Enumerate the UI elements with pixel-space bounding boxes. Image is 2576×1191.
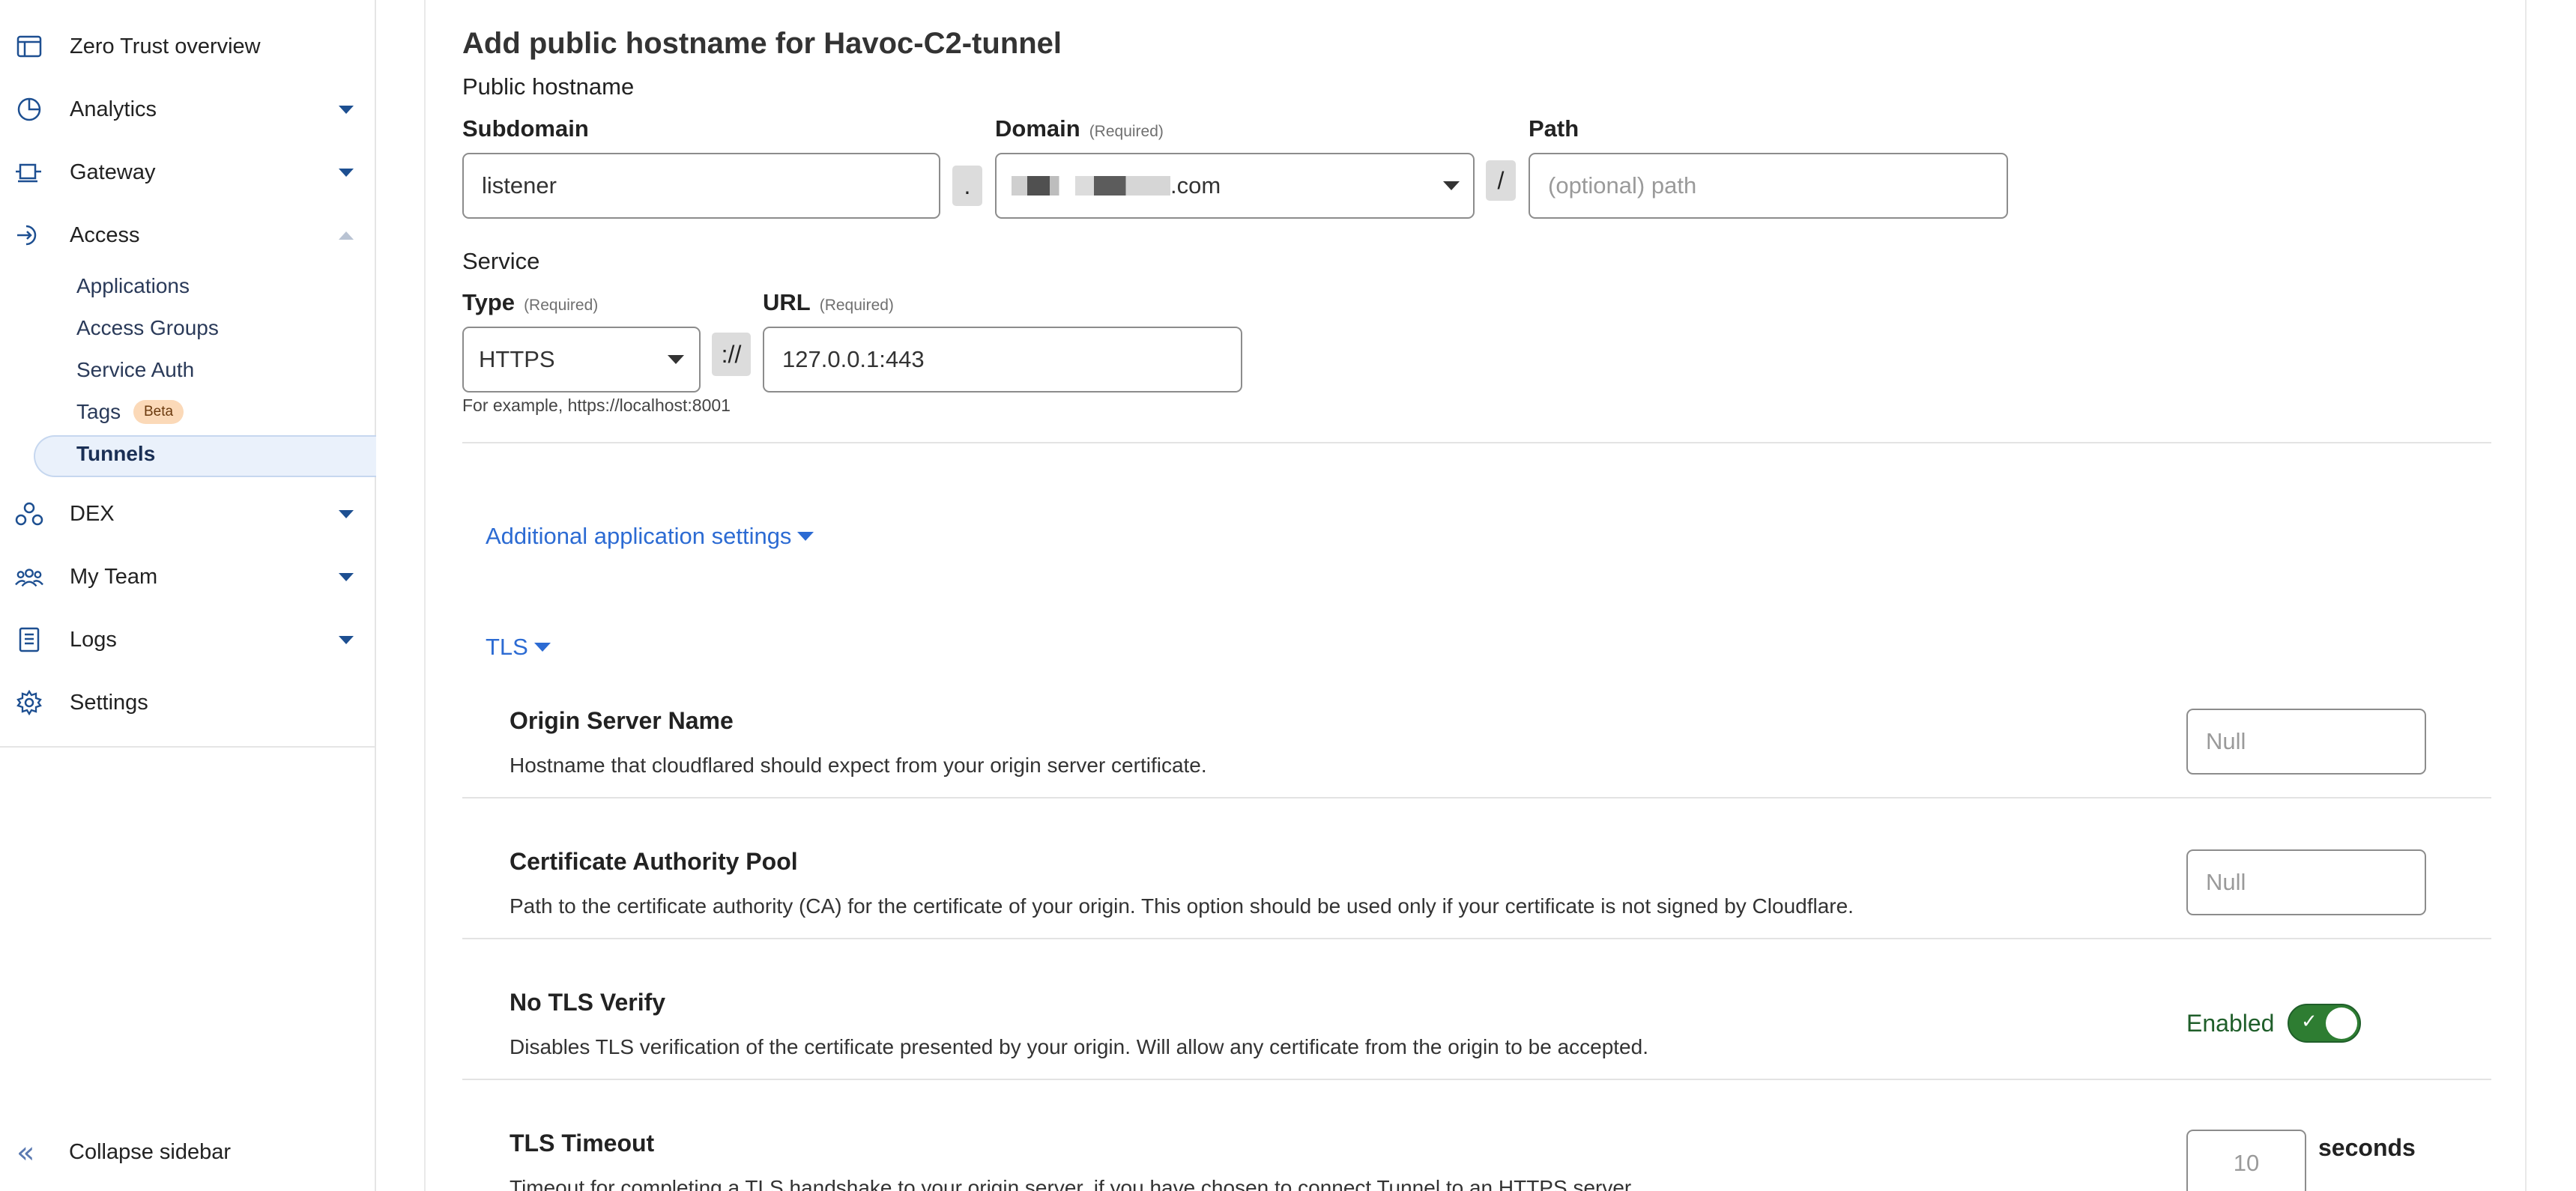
domain-select[interactable]: .com (995, 153, 1475, 219)
access-icon (15, 221, 43, 249)
chevron-down-icon (339, 105, 354, 114)
caret-down-icon (797, 532, 814, 541)
required-marker: (Required) (524, 297, 599, 314)
sidebar-item-label: Zero Trust overview (70, 34, 261, 58)
sidebar-subitem-applications[interactable]: Applications (76, 274, 190, 298)
collapse-sidebar-label: Collapse sidebar (69, 1140, 232, 1164)
collapse-sidebar-button[interactable]: « Collapse sidebar (0, 1128, 375, 1176)
ca-pool-desc: Path to the certificate authority (CA) f… (510, 894, 1854, 918)
path-label: Path (1529, 115, 1579, 142)
required-marker: (Required) (1089, 123, 1164, 140)
sidebar-divider (0, 746, 375, 748)
tls-timeout-unit: seconds (2318, 1134, 2416, 1161)
no-tls-verify-toggle[interactable]: ✓ (2288, 1004, 2361, 1043)
sidebar-item-label: Settings (70, 690, 148, 715)
service-url-hint: For example, https://localhost:8001 (462, 396, 731, 415)
sidebar-item-dex[interactable]: DEX (0, 490, 375, 538)
chevron-down-icon (668, 355, 684, 364)
gear-icon (15, 688, 43, 717)
beta-badge: Beta (133, 400, 184, 424)
sidebar-item-label: DEX (70, 501, 115, 526)
slash-separator: / (1486, 160, 1516, 201)
tls-timeout-desc: Timeout for completing a TLS handshake t… (510, 1176, 1636, 1191)
gateway-icon (15, 158, 43, 187)
url-label: URL (Required) (763, 289, 894, 316)
no-tls-verify-status: Enabled (2186, 1010, 2275, 1037)
sidebar-item-label: Access (70, 222, 140, 247)
dot-separator: . (952, 166, 982, 206)
domain-label-text: Domain (995, 115, 1080, 142)
dex-icon (15, 500, 43, 528)
origin-server-name-desc: Hostname that cloudflared should expect … (510, 754, 1207, 777)
additional-settings-toggle[interactable]: Additional application settings (486, 523, 814, 550)
type-label-text: Type (462, 289, 515, 315)
pie-chart-icon (15, 95, 43, 124)
tls-timeout-title: TLS Timeout (510, 1130, 655, 1157)
service-type-value: HTTPS (479, 346, 555, 372)
team-icon (15, 563, 43, 591)
browser-window-icon (15, 32, 43, 61)
origin-server-name-title: Origin Server Name (510, 707, 734, 734)
origin-server-name-input[interactable]: Null (2186, 709, 2426, 775)
redacted-domain-blur (1012, 176, 1170, 196)
sidebar: Zero Trust overview Analytics Gateway Ac… (0, 0, 376, 1191)
sidebar-subitem-access-groups[interactable]: Access Groups (76, 316, 219, 340)
check-icon: ✓ (2301, 1010, 2318, 1033)
required-marker: (Required) (819, 297, 894, 314)
logs-icon (15, 625, 43, 654)
chevron-down-icon (339, 635, 354, 644)
main-right-border (2525, 0, 2527, 1191)
service-type-select[interactable]: HTTPS (462, 327, 701, 393)
ca-pool-input[interactable]: Null (2186, 849, 2426, 915)
settings-divider (462, 938, 2491, 939)
page-title: Add public hostname for Havoc-C2-tunnel (462, 27, 1062, 60)
chevron-down-icon (339, 168, 354, 177)
chevron-up-icon (339, 231, 354, 240)
sidebar-item-analytics[interactable]: Analytics (0, 85, 375, 133)
chevron-down-icon (339, 509, 354, 518)
domain-value: .com (1170, 172, 1221, 198)
sidebar-item-zero-trust-overview[interactable]: Zero Trust overview (0, 22, 375, 70)
tls-section-toggle[interactable]: TLS (486, 634, 551, 661)
sidebar-item-my-team[interactable]: My Team (0, 553, 375, 601)
no-tls-verify-title: No TLS Verify (510, 989, 666, 1016)
url-label-text: URL (763, 289, 811, 315)
path-input[interactable]: (optional) path (1529, 153, 2008, 219)
sidebar-subitem-service-auth[interactable]: Service Auth (76, 358, 194, 382)
scheme-separator: :// (712, 333, 751, 376)
service-heading: Service (462, 248, 540, 274)
sidebar-item-label: My Team (70, 564, 158, 589)
sidebar-item-label: Gateway (70, 160, 156, 184)
settings-divider (462, 797, 2491, 798)
sidebar-item-logs[interactable]: Logs (0, 616, 375, 664)
main-left-border (424, 0, 426, 1191)
tls-label: TLS (486, 634, 528, 660)
additional-settings-label: Additional application settings (486, 523, 792, 549)
subdomain-input[interactable]: listener (462, 153, 940, 219)
ca-pool-title: Certificate Authority Pool (510, 848, 798, 875)
sidebar-item-label: Analytics (70, 97, 157, 121)
toggle-knob (2326, 1007, 2357, 1039)
service-url-input[interactable]: 127.0.0.1:443 (763, 327, 1242, 393)
chevron-down-icon (1443, 181, 1460, 190)
tls-timeout-input[interactable]: 10 (2186, 1130, 2306, 1191)
public-hostname-heading: Public hostname (462, 73, 635, 100)
sidebar-item-gateway[interactable]: Gateway (0, 148, 375, 196)
caret-down-icon (533, 643, 551, 652)
settings-divider (462, 1079, 2491, 1080)
no-tls-verify-desc: Disables TLS verification of the certifi… (510, 1035, 1648, 1058)
section-divider (462, 442, 2491, 443)
type-label: Type (Required) (462, 289, 598, 316)
sidebar-subitem-tags[interactable]: Tags (76, 400, 121, 424)
domain-label: Domain (Required) (995, 115, 1164, 142)
chevron-down-icon (339, 572, 354, 581)
sidebar-item-access[interactable]: Access (0, 211, 375, 259)
double-chevron-left-icon: « (16, 1136, 35, 1170)
sidebar-subitem-tunnels[interactable]: Tunnels (76, 442, 155, 466)
subdomain-label: Subdomain (462, 115, 589, 142)
sidebar-item-label: Logs (70, 627, 117, 652)
sidebar-item-settings[interactable]: Settings (0, 679, 375, 727)
